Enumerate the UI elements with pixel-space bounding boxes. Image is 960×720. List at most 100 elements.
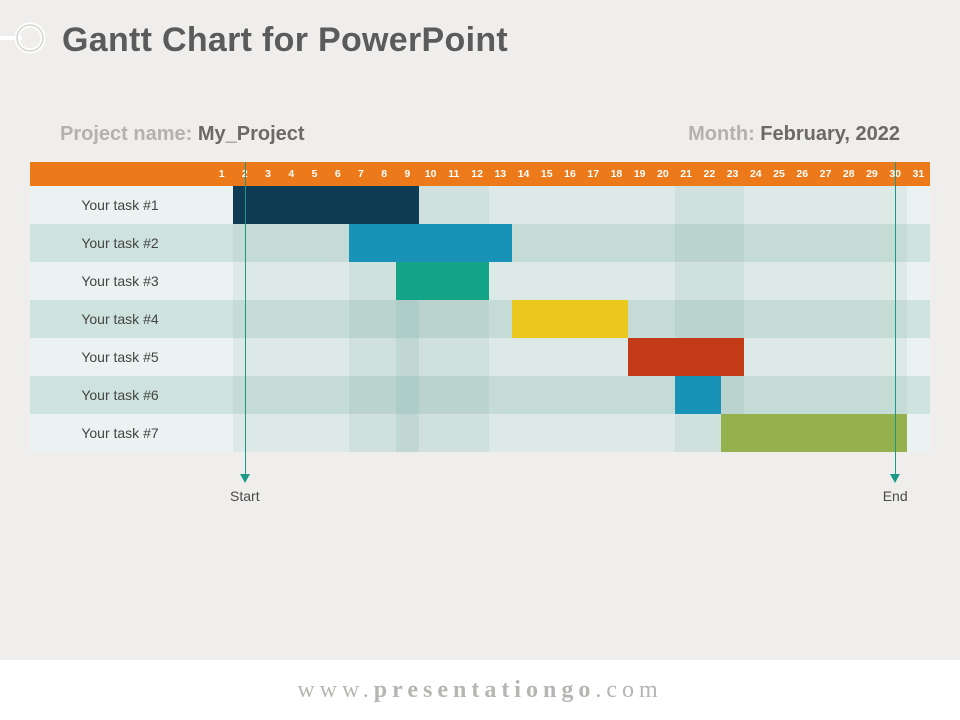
gantt-cell	[303, 338, 326, 376]
gantt-cell	[535, 414, 558, 452]
gantt-cell	[396, 300, 419, 338]
gantt-cell	[349, 300, 372, 338]
month-block: Month: February, 2022	[688, 123, 900, 146]
gantt-cell	[326, 262, 349, 300]
day-header: 13	[489, 162, 512, 186]
gantt-cell	[512, 376, 535, 414]
gantt-cell	[651, 224, 674, 262]
gantt-cell	[814, 186, 837, 224]
gantt-cell	[419, 414, 442, 452]
day-header: 18	[605, 162, 628, 186]
marker-label: Start	[230, 488, 260, 504]
gantt-cell	[884, 186, 907, 224]
gantt-bar	[721, 414, 907, 452]
gantt-cell	[373, 376, 396, 414]
task-label: Your task #6	[30, 376, 210, 414]
gantt-cell	[721, 224, 744, 262]
gantt-cell	[814, 300, 837, 338]
gantt-cell	[628, 376, 651, 414]
page-title: Gantt Chart for PowerPoint	[62, 21, 508, 60]
gantt-cell	[303, 224, 326, 262]
gantt-cell	[814, 338, 837, 376]
gantt-cell	[791, 300, 814, 338]
day-header: 23	[721, 162, 744, 186]
gantt-cell	[605, 414, 628, 452]
gantt-cell	[860, 300, 883, 338]
day-header: 29	[860, 162, 883, 186]
gantt-cell	[791, 376, 814, 414]
gantt-cell	[489, 376, 512, 414]
gantt-cell	[233, 300, 256, 338]
marker-label: End	[883, 488, 908, 504]
gantt-cell	[512, 414, 535, 452]
gantt-cell	[210, 224, 233, 262]
gantt-cell	[721, 262, 744, 300]
gantt-cell	[233, 262, 256, 300]
gantt-cell	[326, 338, 349, 376]
day-header: 15	[535, 162, 558, 186]
day-header: 14	[512, 162, 535, 186]
gantt-cell	[582, 338, 605, 376]
gantt-cell	[628, 262, 651, 300]
gantt-cell	[767, 262, 790, 300]
gantt-cell	[442, 414, 465, 452]
day-header: 5	[303, 162, 326, 186]
gantt-cell	[558, 224, 581, 262]
title-bar: Gantt Chart for PowerPoint	[0, 8, 960, 83]
gantt-cell	[396, 338, 419, 376]
day-header: 25	[767, 162, 790, 186]
gantt-cell	[419, 376, 442, 414]
gantt-cell	[907, 338, 930, 376]
gantt-cell	[698, 224, 721, 262]
gantt-cell	[605, 186, 628, 224]
gantt-cell	[907, 262, 930, 300]
gantt-cell	[419, 300, 442, 338]
gantt-cell	[884, 300, 907, 338]
gantt-cell	[326, 414, 349, 452]
gantt-cell	[744, 376, 767, 414]
gantt-cell	[233, 224, 256, 262]
gantt-cell	[814, 262, 837, 300]
gantt-cell	[489, 300, 512, 338]
gantt-cell	[396, 414, 419, 452]
gantt-cell	[442, 186, 465, 224]
day-header: 27	[814, 162, 837, 186]
gantt-cell	[419, 338, 442, 376]
gantt-day-axis: 1234567891011121314151617181920212223242…	[210, 162, 930, 186]
gantt-bar	[396, 262, 489, 300]
gantt-cell	[465, 414, 488, 452]
gantt-cell	[535, 224, 558, 262]
gantt-cell	[860, 186, 883, 224]
day-header: 21	[675, 162, 698, 186]
gantt-cell	[907, 186, 930, 224]
gantt-cell	[535, 186, 558, 224]
gantt-cell	[233, 338, 256, 376]
gantt-cell	[814, 376, 837, 414]
gantt-cell	[233, 414, 256, 452]
gantt-cell	[791, 338, 814, 376]
gantt-bar	[233, 186, 419, 224]
task-label: Your task #7	[30, 414, 210, 452]
gantt-cell	[884, 376, 907, 414]
task-label: Your task #5	[30, 338, 210, 376]
gantt-cell	[442, 338, 465, 376]
gantt-bar	[628, 338, 744, 376]
meta-row: Project name: My_Project Month: February…	[0, 83, 960, 162]
gantt-cell	[256, 338, 279, 376]
day-header: 30	[884, 162, 907, 186]
project-name-label: Project name:	[60, 123, 198, 145]
gantt-cell	[303, 300, 326, 338]
day-header: 20	[651, 162, 674, 186]
gantt-cell	[860, 376, 883, 414]
gantt-cell	[698, 414, 721, 452]
gantt-cell	[744, 262, 767, 300]
gantt-cell	[907, 414, 930, 452]
task-label: Your task #2	[30, 224, 210, 262]
gantt-cell	[860, 338, 883, 376]
gantt-cell	[210, 300, 233, 338]
gantt-cell	[814, 224, 837, 262]
gantt-cell	[465, 186, 488, 224]
day-header: 2	[233, 162, 256, 186]
gantt-cell	[651, 376, 674, 414]
gantt-cell	[767, 300, 790, 338]
